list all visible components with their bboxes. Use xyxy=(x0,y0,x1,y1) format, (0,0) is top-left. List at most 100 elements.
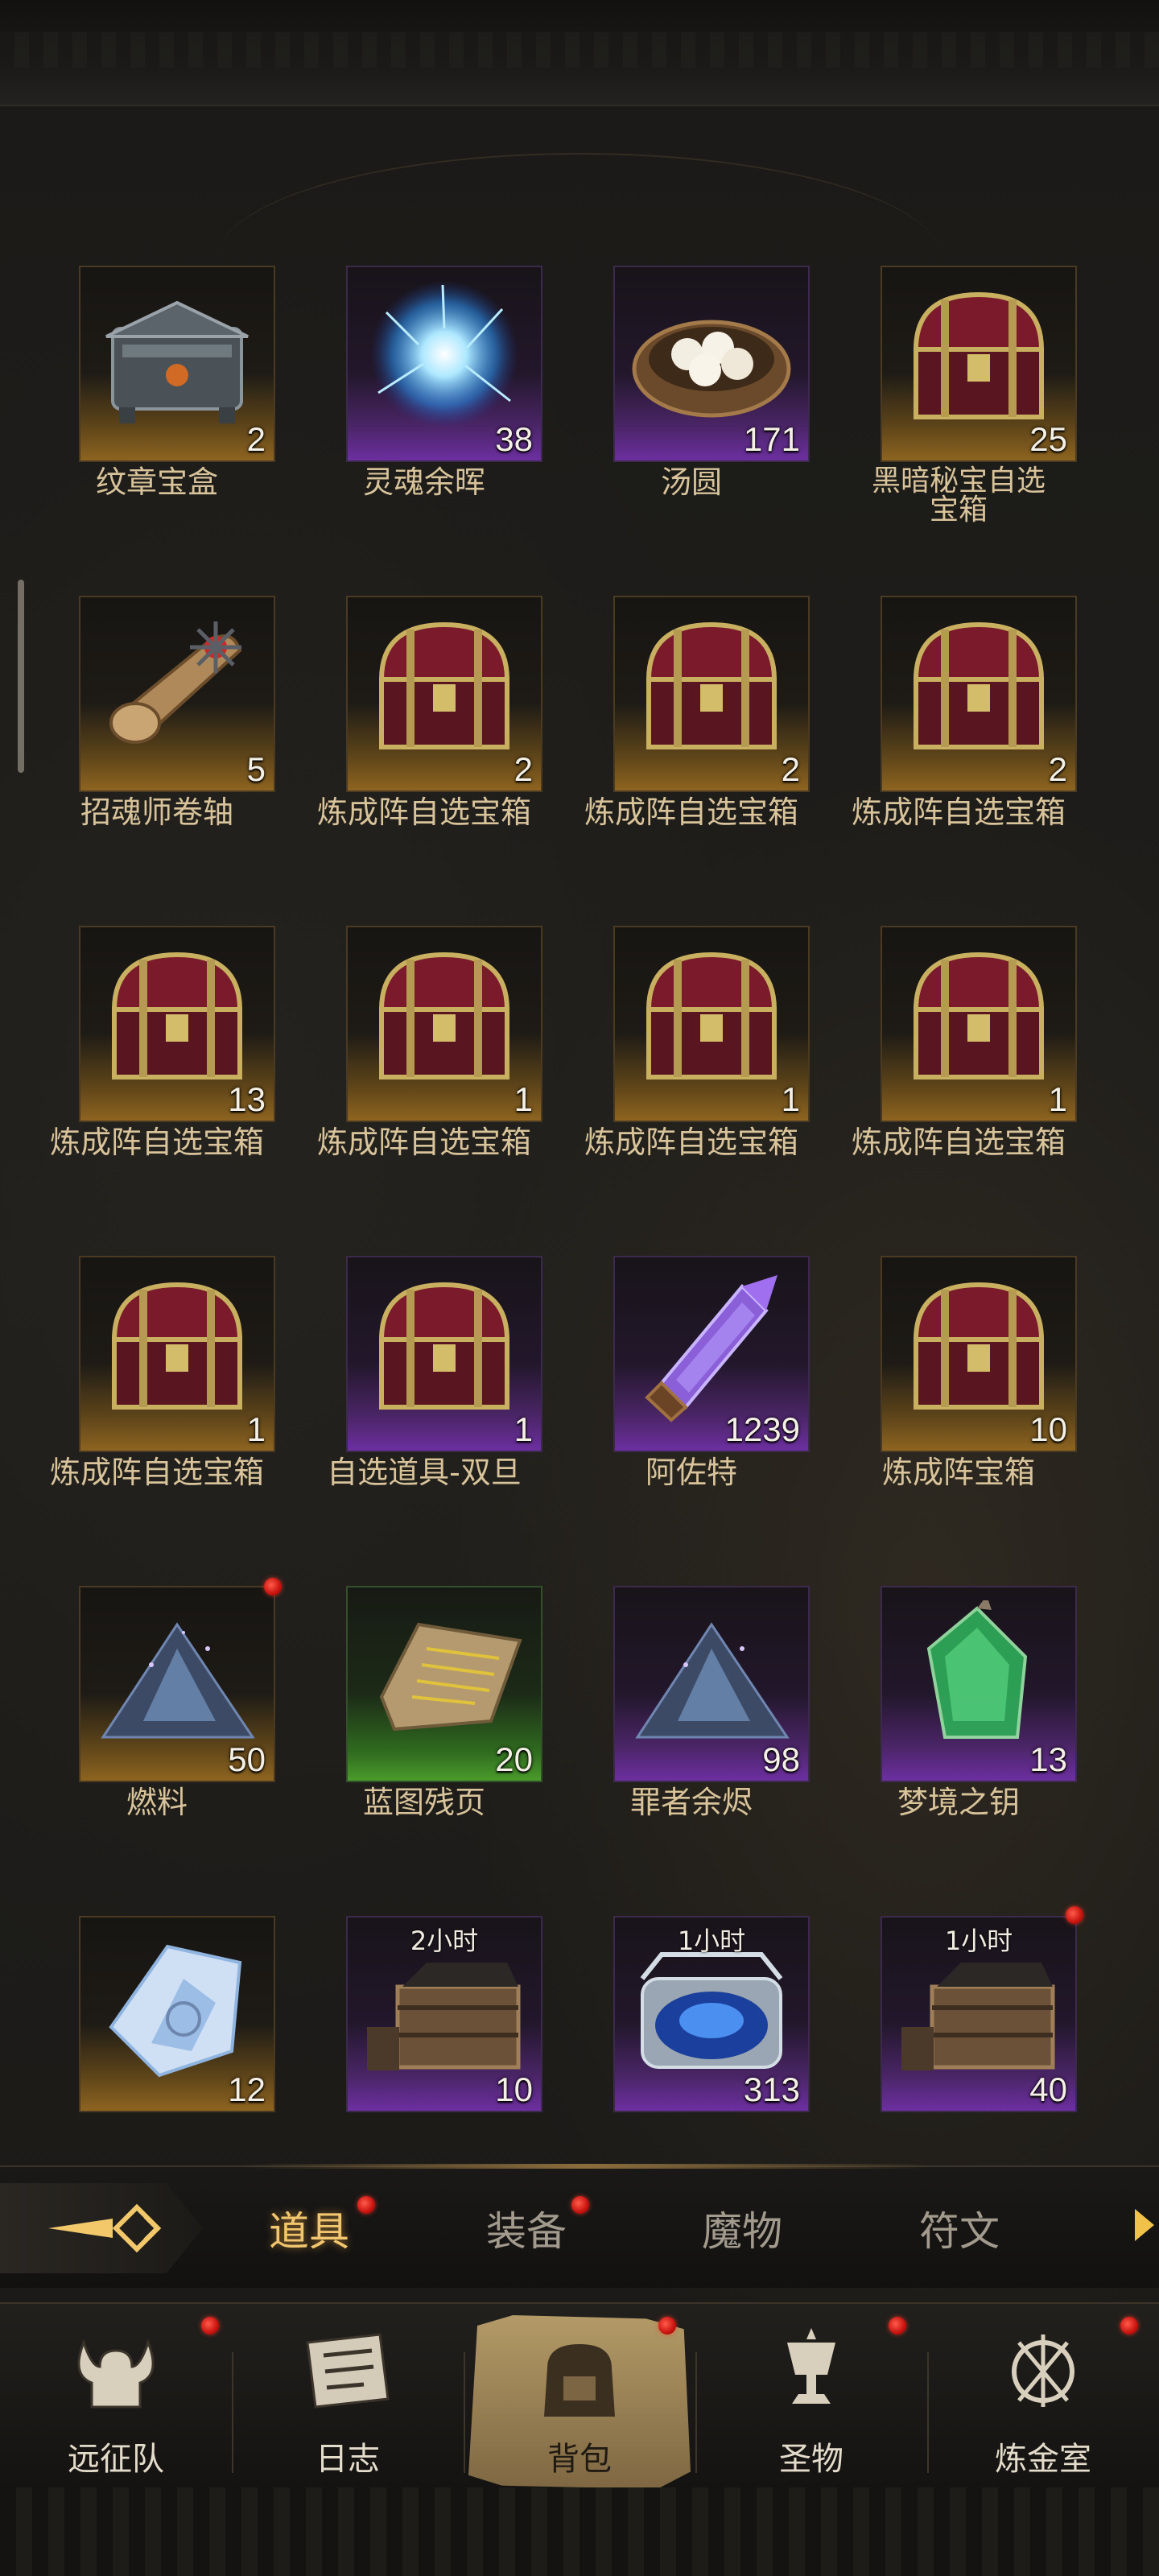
treasure-chest-icon xyxy=(645,952,777,1080)
item-slot[interactable]: 1 炼成阵自选宝箱 xyxy=(826,926,1091,1191)
item-tile[interactable]: 50 xyxy=(79,1586,275,1782)
item-name: 自选道具-双旦 xyxy=(327,1455,522,1490)
item-count: 10 xyxy=(495,2070,533,2108)
nav-label: 日志 xyxy=(316,2441,380,2478)
nav-relics[interactable]: 圣物 xyxy=(695,2317,927,2481)
item-tile[interactable]: 1 xyxy=(346,926,542,1122)
item-slot[interactable]: 1 炼成阵自选宝箱 xyxy=(24,1256,290,1521)
nav-label: 圣物 xyxy=(779,2441,843,2478)
item-tile[interactable]: 38 xyxy=(346,266,542,462)
item-tile[interactable]: 2 xyxy=(613,596,810,792)
nav-journal[interactable]: 日志 xyxy=(232,2320,464,2481)
item-name: 炼成阵自选宝箱 xyxy=(851,1125,1066,1160)
item-count: 38 xyxy=(495,420,533,458)
item-count: 12 xyxy=(228,2070,266,2108)
tab-items[interactable]: 道具 xyxy=(269,2199,349,2257)
item-slot[interactable]: 1239 阿佐特 xyxy=(559,1256,824,1521)
item-tile[interactable]: 5 xyxy=(79,596,275,792)
chevron-right-icon[interactable] xyxy=(1135,2209,1154,2241)
item-tile[interactable]: 12 xyxy=(79,1916,275,2112)
scroll-icon xyxy=(109,621,242,744)
item-tile[interactable]: 13 xyxy=(79,926,275,1122)
journal-icon xyxy=(306,2333,390,2409)
tab-monsters[interactable]: 魔物 xyxy=(702,2199,782,2257)
item-slot[interactable]: 5 招魂师卷轴 xyxy=(24,596,290,861)
nav-expedition[interactable]: 远征队 xyxy=(0,2317,232,2481)
new-badge xyxy=(264,1578,282,1596)
item-count: 20 xyxy=(495,1740,533,1778)
tab-equipment[interactable]: 装备 xyxy=(486,2199,567,2257)
item-tile[interactable]: 2 xyxy=(881,596,1077,792)
ice-crystal-icon xyxy=(109,1944,242,2078)
category-tabs: 道具 装备 魔物 符文 xyxy=(0,2164,1159,2288)
dumpling-bowl-icon xyxy=(632,320,791,418)
item-tile[interactable]: 1 xyxy=(881,926,1077,1122)
nav-alchemy[interactable]: 炼金室 xyxy=(927,2317,1159,2481)
treasure-chest-icon xyxy=(111,1282,243,1410)
item-tile[interactable]: 1239 xyxy=(613,1256,810,1452)
item-tile[interactable]: 1小时 40 xyxy=(881,1916,1077,2112)
item-slot[interactable]: 25 黑暗秘宝自选宝箱 xyxy=(826,266,1091,531)
treasure-chest-icon xyxy=(913,621,1045,749)
item-slot[interactable]: 12 xyxy=(24,1916,290,2182)
item-slot[interactable]: 171 汤圆 xyxy=(559,266,824,531)
item-tile[interactable]: 2 xyxy=(346,596,542,792)
item-name: 炼成阵自选宝箱 xyxy=(49,1455,264,1490)
new-badge xyxy=(889,2317,906,2334)
item-tile[interactable]: 20 xyxy=(346,1586,542,1782)
bottom-frame xyxy=(0,2487,1159,2576)
tab-runes[interactable]: 符文 xyxy=(919,2199,1000,2257)
item-tile[interactable]: 2小时 10 xyxy=(346,1916,542,2112)
item-slot[interactable]: 50 燃料 xyxy=(24,1578,290,1852)
item-slot[interactable]: 38 灵魂余晖 xyxy=(291,266,557,531)
item-slot[interactable]: 98 罪者余烬 xyxy=(559,1586,824,1852)
back-button[interactable] xyxy=(0,2183,203,2273)
chalice-icon xyxy=(787,2328,835,2404)
item-count: 50 xyxy=(228,1740,266,1778)
item-count: 1 xyxy=(246,1410,266,1448)
viking-helmet-icon xyxy=(77,2339,155,2409)
item-slot[interactable]: 2 炼成阵自选宝箱 xyxy=(291,596,557,861)
item-name: 炼成阵自选宝箱 xyxy=(584,795,798,830)
inventory-screen: 2 纹章宝盒 38 灵魂余晖 171 汤圆 25 黑暗秘宝自选宝箱 5 招魂师卷… xyxy=(0,0,1159,2576)
bottom-nav: 远征队 日志 背包 圣物 炼金室 xyxy=(0,2302,1159,2489)
item-slot[interactable]: 1 自选道具-双旦 xyxy=(291,1256,557,1521)
item-count: 40 xyxy=(1029,2070,1067,2108)
item-count: 171 xyxy=(743,420,800,458)
item-slot[interactable]: 2小时 10 xyxy=(291,1916,557,2182)
new-badge xyxy=(1066,1906,1083,1924)
item-tile[interactable]: 1 xyxy=(613,926,810,1122)
timer-label: 1小时 xyxy=(677,1926,746,1956)
nav-backpack[interactable]: 背包 xyxy=(464,2315,695,2489)
item-name: 炼成阵自选宝箱 xyxy=(49,1125,264,1160)
item-slot[interactable]: 2 纹章宝盒 xyxy=(24,266,290,531)
item-count: 313 xyxy=(743,2070,800,2108)
item-slot[interactable]: 1小时 313 xyxy=(559,1916,824,2182)
item-tile[interactable]: 171 xyxy=(613,266,810,462)
item-count: 5 xyxy=(246,750,266,788)
item-count: 1 xyxy=(1048,1080,1067,1118)
item-slot[interactable]: 13 梦境之钥 xyxy=(826,1586,1091,1852)
item-tile[interactable]: 1 xyxy=(79,1256,275,1452)
item-slot[interactable]: 13 炼成阵自选宝箱 xyxy=(24,926,290,1191)
item-count: 10 xyxy=(1029,1410,1067,1448)
nav-label: 远征队 xyxy=(68,2441,164,2478)
item-count: 13 xyxy=(228,1080,266,1118)
item-tile[interactable]: 1小时 313 xyxy=(613,1916,810,2112)
item-slot[interactable]: 20 蓝图残页 xyxy=(291,1586,557,1852)
item-slot[interactable]: 2 炼成阵自选宝箱 xyxy=(826,596,1091,861)
item-tile[interactable]: 13 xyxy=(881,1586,1077,1782)
item-slot[interactable]: 1小时 40 xyxy=(826,1906,1091,2182)
item-tile[interactable]: 2 xyxy=(79,266,275,462)
item-slot[interactable]: 1 炼成阵自选宝箱 xyxy=(559,926,824,1191)
item-name: 炼成阵自选宝箱 xyxy=(316,1125,531,1160)
item-slot[interactable]: 1 炼成阵自选宝箱 xyxy=(291,926,557,1191)
crystal-vial-icon xyxy=(645,1275,777,1422)
item-tile[interactable]: 98 xyxy=(613,1586,810,1782)
item-tile[interactable]: 25 xyxy=(881,266,1077,462)
item-slot[interactable]: 10 炼成阵宝箱 xyxy=(826,1256,1091,1521)
item-slot[interactable]: 2 炼成阵自选宝箱 xyxy=(559,596,824,861)
item-count: 2 xyxy=(514,750,533,788)
item-tile[interactable]: 1 xyxy=(346,1256,542,1452)
item-tile[interactable]: 10 xyxy=(881,1256,1077,1452)
